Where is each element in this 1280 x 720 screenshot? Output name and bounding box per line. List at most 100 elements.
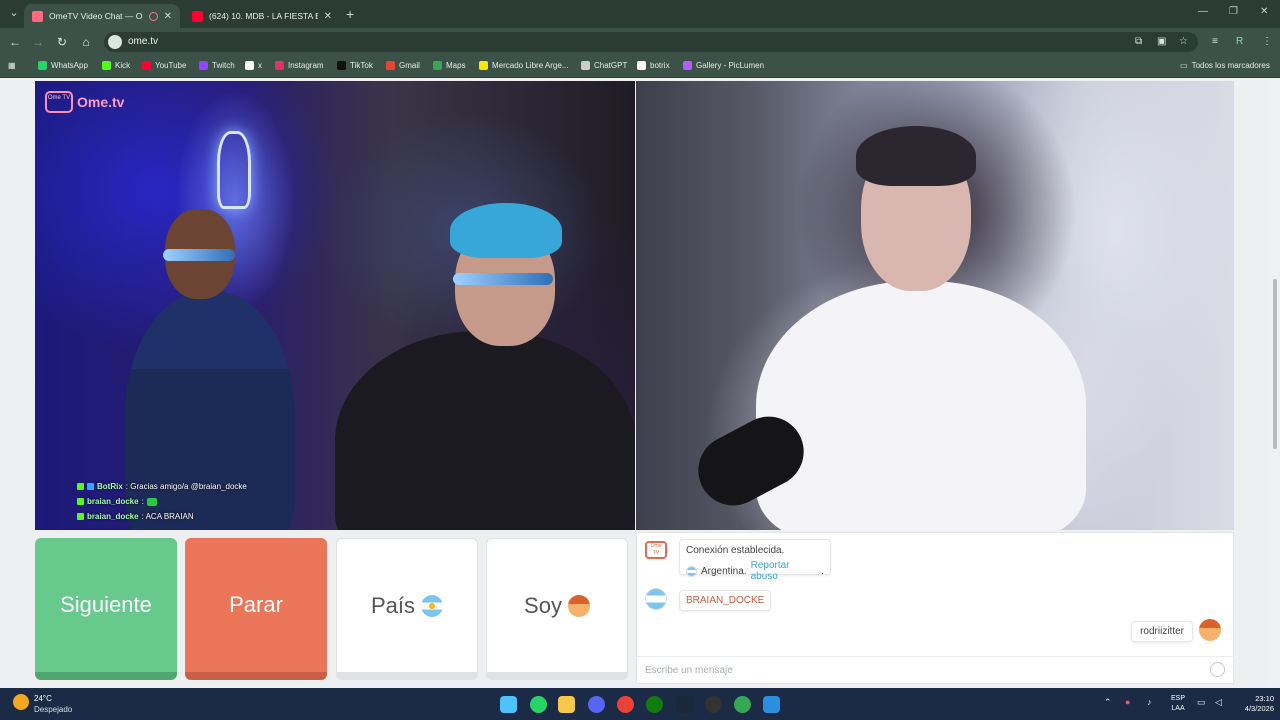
steam-icon[interactable] bbox=[676, 696, 693, 713]
windows-taskbar: 24°C Despejado ⌃ ● ♪ ESP LAA ▭ ◁ 23:10 4/3… bbox=[0, 688, 1280, 720]
tray-app-icon[interactable]: ● bbox=[1125, 697, 1130, 707]
microphone-tray-icon[interactable]: ♪ bbox=[1147, 697, 1152, 707]
home-icon[interactable]: ⌂ bbox=[79, 35, 93, 49]
overlay-chat-text: : ACA BRAIAN bbox=[141, 512, 194, 521]
close-window-icon[interactable]: ✕ bbox=[1260, 6, 1268, 17]
page-scrollbar[interactable] bbox=[1270, 79, 1280, 687]
next-button[interactable]: Siguiente bbox=[35, 538, 177, 680]
maximize-icon[interactable]: ❐ bbox=[1229, 6, 1238, 17]
bookmark-label: Kick bbox=[115, 61, 131, 70]
my-avatar bbox=[1199, 619, 1221, 641]
minimize-icon[interactable]: — bbox=[1198, 6, 1208, 17]
start-icon[interactable] bbox=[500, 696, 517, 713]
bookmark-piclumen[interactable]: Gallery - PicLumen bbox=[683, 61, 764, 70]
bookmark-label: Gallery - PicLumen bbox=[696, 61, 765, 70]
bookmarks-bar: ▦ WhatsApp Kick YouTube Twitch x Instagr… bbox=[0, 56, 1280, 78]
bookmark-label: TikTok bbox=[350, 61, 373, 70]
bookmark-gmail[interactable]: Gmail bbox=[386, 61, 420, 70]
overlay-chat-user: BotRix bbox=[97, 482, 123, 491]
stop-label: Parar bbox=[229, 592, 283, 617]
site-info-icon[interactable] bbox=[108, 35, 122, 49]
kick-badge-icon bbox=[77, 498, 84, 505]
keyboard-layout: LAA bbox=[1171, 705, 1185, 712]
local-video: Ome TV Ome.tv BotRix: Gracias amigo/a @b… bbox=[35, 81, 635, 530]
weather-icon[interactable] bbox=[13, 694, 29, 710]
emoji-icon[interactable] bbox=[1210, 662, 1225, 677]
app-icon[interactable] bbox=[763, 696, 780, 713]
bookmark-label: Gmail bbox=[399, 61, 420, 70]
bookmark-chatgpt[interactable]: ChatGPT bbox=[581, 61, 627, 70]
bookmark-tiktok[interactable]: TikTok bbox=[337, 61, 373, 70]
obs-icon[interactable] bbox=[705, 696, 722, 713]
bookmark-label: Twitch bbox=[212, 61, 235, 70]
bookmark-kick[interactable]: Kick bbox=[102, 61, 130, 70]
chrome-profile-icon[interactable] bbox=[734, 696, 751, 713]
country-label: País bbox=[370, 592, 416, 618]
bookmark-label: ChatGPT bbox=[594, 61, 628, 70]
scrollbar-thumb[interactable] bbox=[1273, 279, 1277, 449]
discord-icon[interactable] bbox=[588, 696, 605, 713]
emote-icon bbox=[146, 497, 157, 506]
tab-title: OmeTV Video Chat — Ome bbox=[49, 11, 143, 21]
temperature: 24°C bbox=[34, 694, 52, 703]
kick-badge-icon bbox=[77, 483, 84, 490]
whatsapp-icon[interactable] bbox=[530, 696, 547, 713]
stranger-body bbox=[756, 281, 1086, 530]
tab-ometv[interactable]: OmeTV Video Chat — Ome ✕ bbox=[24, 4, 180, 28]
country-button[interactable]: País bbox=[336, 538, 478, 680]
gender-button[interactable]: Soy bbox=[486, 538, 628, 680]
browser-toolbar: ← → ↻ ⌂ ome.tv ⧉ ▣ ☆ ≡ R ⋮ bbox=[0, 28, 1280, 56]
close-tab-icon[interactable]: ✕ bbox=[164, 11, 172, 22]
translate-icon[interactable]: ⧉ bbox=[1135, 36, 1142, 47]
stream-chat-overlay: BotRix: Gracias amigo/a @braian_docke br… bbox=[77, 479, 247, 524]
country-text: Argentina. bbox=[701, 565, 747, 577]
network-icon[interactable]: ▭ bbox=[1197, 697, 1206, 708]
bookmark-label: Instagram bbox=[288, 61, 324, 70]
reload-icon[interactable]: ↻ bbox=[55, 35, 69, 49]
stranger-hair bbox=[856, 126, 976, 186]
cast-icon[interactable]: ▣ bbox=[1157, 36, 1166, 47]
bookmark-botrix[interactable]: botrix bbox=[637, 61, 670, 70]
maps-icon bbox=[433, 61, 442, 70]
tab-youtube[interactable]: (624) 10. MDB - LA FIESTA ES D ✕ bbox=[184, 4, 340, 28]
chrome-icon[interactable] bbox=[617, 696, 634, 713]
language-indicator[interactable]: ESP LAA bbox=[1171, 694, 1185, 714]
apps-grid-icon[interactable]: ▦ bbox=[8, 61, 16, 70]
xbox-icon[interactable] bbox=[646, 696, 663, 713]
bookmark-mercadolibre[interactable]: Mercado Libre Arge... bbox=[479, 61, 568, 70]
message-input[interactable] bbox=[637, 656, 1233, 683]
bookmark-star-icon[interactable]: ☆ bbox=[1179, 36, 1188, 47]
bookmark-instagram[interactable]: Instagram bbox=[275, 61, 324, 70]
bookmark-youtube[interactable]: YouTube bbox=[142, 61, 186, 70]
bookmark-x[interactable]: x bbox=[245, 61, 262, 70]
ometv-favicon-icon bbox=[32, 10, 43, 22]
brand-name: Ome.tv bbox=[77, 94, 125, 110]
new-tab-button[interactable]: + bbox=[346, 6, 354, 22]
report-abuse-link[interactable]: Reportar abuso bbox=[751, 560, 818, 582]
clock[interactable]: 23:10 4/3/2026 bbox=[1245, 694, 1274, 714]
tab-title: (624) 10. MDB - LA FIESTA ES D bbox=[209, 11, 318, 21]
next-label: Siguiente bbox=[60, 592, 152, 617]
tab-search-icon[interactable]: ⌄ bbox=[6, 5, 22, 21]
menu-dots-icon[interactable]: ⋮ bbox=[1262, 36, 1272, 47]
ometv-system-avatar: Ome TV bbox=[645, 541, 667, 559]
forward-icon[interactable]: → bbox=[31, 35, 45, 49]
address-bar[interactable]: ome.tv bbox=[104, 32, 1198, 52]
media-list-icon[interactable]: ≡ bbox=[1212, 36, 1218, 47]
bookmark-maps[interactable]: Maps bbox=[433, 61, 466, 70]
bookmark-label: botrix bbox=[650, 61, 670, 70]
bookmark-whatsapp[interactable]: WhatsApp bbox=[38, 61, 88, 70]
profile-avatar[interactable]: R bbox=[1236, 36, 1243, 47]
instagram-icon bbox=[275, 61, 284, 70]
overlay-chat-text: : Gracias amigo/a @braian_docke bbox=[125, 482, 247, 491]
all-bookmarks-folder[interactable]: ▭ Todos los marcadores bbox=[1180, 61, 1270, 70]
stop-button[interactable]: Parar bbox=[185, 538, 327, 680]
show-hidden-icons-icon[interactable]: ⌃ bbox=[1104, 697, 1112, 708]
bookmark-label: Maps bbox=[446, 61, 466, 70]
file-explorer-icon[interactable] bbox=[558, 696, 575, 713]
close-tab-icon[interactable]: ✕ bbox=[324, 11, 332, 22]
bookmark-twitch[interactable]: Twitch bbox=[199, 61, 235, 70]
back-icon[interactable]: ← bbox=[8, 35, 22, 49]
volume-icon[interactable]: ◁ bbox=[1215, 697, 1222, 708]
sunglasses-left bbox=[163, 249, 235, 261]
